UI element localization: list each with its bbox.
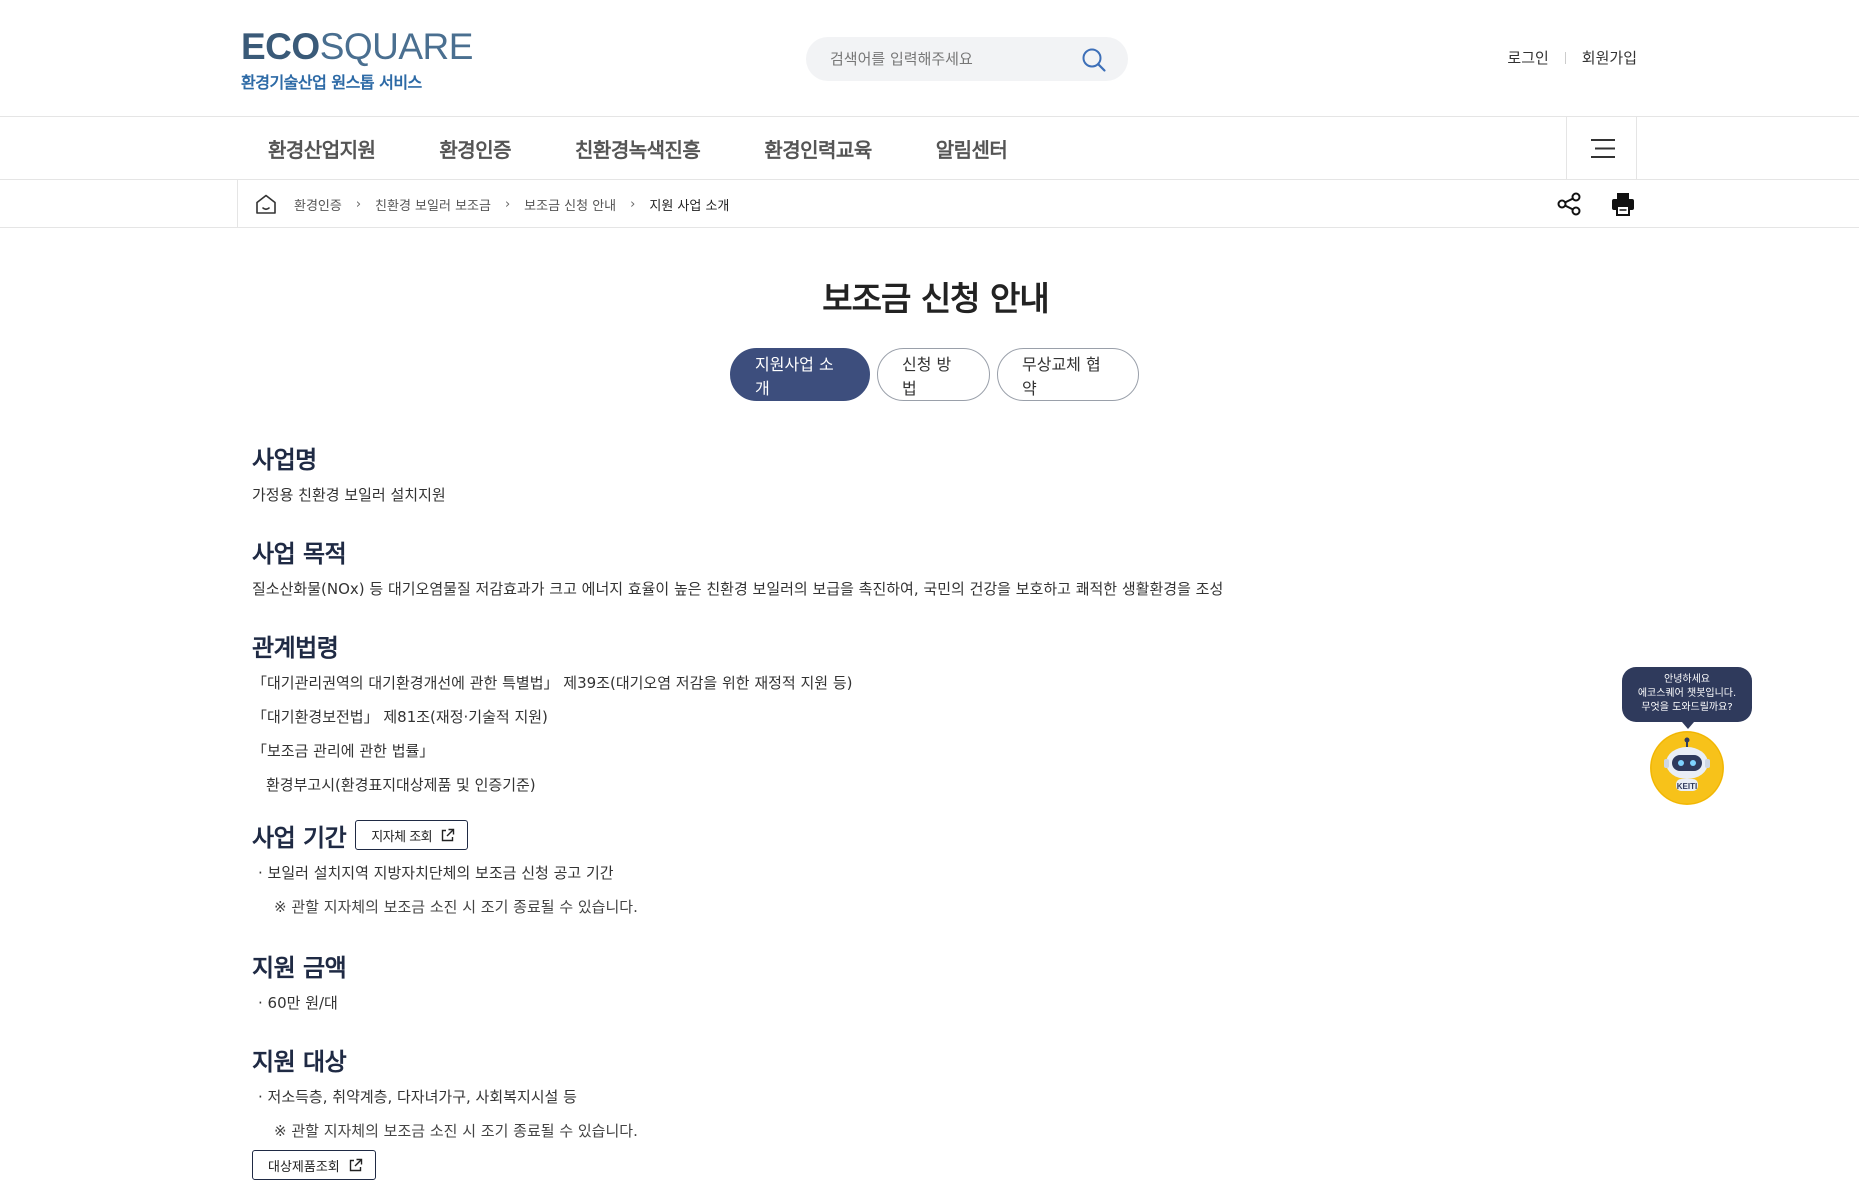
search-button[interactable]	[1080, 46, 1108, 74]
breadcrumb-item[interactable]: 환경인증	[294, 195, 342, 214]
hamburger-icon	[1591, 139, 1615, 158]
search-input[interactable]	[830, 48, 1070, 70]
external-link-icon	[349, 1158, 362, 1171]
law-item: 「대기관리권역의 대기환경개선에 관한 특별법」 제39조(대기오염 저감을 위…	[252, 674, 853, 692]
logo-tagline: 환경기술산업 원스톱 서비스	[241, 73, 422, 92]
section-related-laws: 관계법령 「대기관리권역의 대기환경개선에 관한 특별법」 제39조(대기오염 …	[252, 626, 1552, 802]
section-text: 질소산화물(NOx) 등 대기오염물질 저감효과가 크고 에너지 효율이 높은 …	[252, 580, 1224, 598]
gnb-item-education[interactable]: 환경인력교육	[764, 134, 872, 163]
bullet-text: · 60만 원/대	[258, 994, 338, 1012]
section-title: 사업 기간	[252, 823, 347, 852]
share-icon	[1557, 192, 1581, 216]
tab-application-method[interactable]: 신청 방법	[877, 348, 990, 401]
chatbot-greeting-line: 무엇을 도와드릴까요?	[1641, 702, 1733, 713]
law-item: 「대기환경보전법」 제81조(재정·기술적 지원)	[252, 708, 548, 726]
breadcrumb-current: 지원 사업 소개	[649, 198, 730, 214]
section-title: 관계법령	[252, 633, 339, 662]
section-program-purpose: 사업 목적 질소산화물(NOx) 등 대기오염물질 저감효과가 크고 에너지 효…	[252, 532, 1552, 606]
search-box	[806, 37, 1128, 81]
tab-program-intro[interactable]: 지원사업 소개	[730, 348, 870, 401]
breadcrumb-item[interactable]: 친환경 보일러 보조금	[375, 195, 491, 214]
section-support-amount: 지원 금액 · 60만 원/대	[252, 946, 1552, 1020]
gnb-list: 환경산업지원 환경인증 친환경녹색진흥 환경인력교육 알림센터	[268, 117, 1071, 180]
robot-icon	[1650, 731, 1724, 805]
chatbot-launcher[interactable]: KEITI	[1650, 731, 1724, 805]
site-logo[interactable]: ECOSQUARE 환경기술산업 원스톱 서비스	[241, 28, 473, 93]
section-title: 지원 금액	[252, 953, 347, 982]
chevron-right-icon: ›	[630, 196, 636, 212]
section-title: 사업 목적	[252, 539, 347, 568]
law-item: 「보조금 관리에 관한 법률」	[252, 742, 435, 760]
section-title: 지원 대상	[252, 1047, 347, 1076]
page-tools	[1529, 190, 1637, 218]
share-button[interactable]	[1555, 190, 1583, 218]
print-button[interactable]	[1609, 190, 1637, 218]
signup-link[interactable]: 회원가입	[1582, 47, 1637, 68]
breadcrumb-bar: 환경인증 › 친환경 보일러 보조금 › 보조금 신청 안내 › 지원 사업 소…	[0, 180, 1859, 228]
external-link-icon	[441, 828, 455, 841]
util-links: 로그인 회원가입	[1507, 47, 1637, 68]
section-program-name: 사업명 가정용 친환경 보일러 설치지원	[252, 438, 1552, 512]
program-content: 사업명 가정용 친환경 보일러 설치지원 사업 목적 질소산화물(NOx) 등 …	[252, 438, 1552, 1180]
search-icon	[1082, 48, 1106, 72]
home-icon	[256, 194, 276, 214]
gnb-item-notice-center[interactable]: 알림센터	[936, 134, 1008, 163]
section-support-target: 지원 대상 · 저소득층, 취약계층, 다자녀가구, 사회복지시설 등 ※ 관할…	[252, 1040, 1552, 1180]
chatbot-greeting-line: 안녕하세요	[1664, 674, 1710, 685]
print-icon	[1612, 193, 1634, 216]
section-text: 가정용 친환경 보일러 설치지원	[252, 486, 446, 504]
login-link[interactable]: 로그인	[1507, 47, 1548, 68]
gnb-item-green-promotion[interactable]: 친환경녹색진흥	[575, 134, 701, 163]
button-label: 지자체 조회	[371, 829, 433, 845]
target-product-lookup-button[interactable]: 대상제품조회	[252, 1150, 376, 1180]
chatbot-greeting-line: 에코스퀘어 챗봇입니다.	[1637, 688, 1737, 699]
section-title: 사업명	[252, 445, 317, 474]
page-title: 보조금 신청 안내	[822, 279, 1050, 318]
breadcrumb: 환경인증 › 친환경 보일러 보조금 › 보조금 신청 안내 › 지원 사업 소…	[237, 180, 729, 228]
util-divider	[1564, 51, 1566, 64]
gnb-item-industry-support[interactable]: 환경산업지원	[268, 134, 376, 163]
chatbot-greeting-bubble[interactable]: 안녕하세요 에코스퀘어 챗봇입니다. 무엇을 도와드릴까요?	[1622, 667, 1752, 729]
section-title-row: 사업 기간 지자체 조회	[252, 816, 1552, 854]
chatbot-badge: KEITI	[1676, 782, 1698, 791]
content-tabs: 지원사업 소개 신청 방법 무상교체 협약	[730, 348, 1146, 401]
bullet-text: · 보일러 설치지역 지방자치단체의 보조금 신청 공고 기간	[258, 864, 614, 882]
note-text: ※ 관할 지자체의 보조금 소진 시 조기 종료될 수 있습니다.	[274, 898, 638, 916]
section-program-period: 사업 기간 지자체 조회 · 보일러 설치지역 지방자치단체의 보조금 신청 공…	[252, 816, 1552, 924]
main-navigation: 환경산업지원 환경인증 친환경녹색진흥 환경인력교육 알림센터	[0, 117, 1859, 180]
breadcrumb-item[interactable]: 보조금 신청 안내	[524, 195, 616, 214]
chevron-right-icon: ›	[504, 196, 511, 212]
local-gov-lookup-button[interactable]: 지자체 조회	[355, 820, 469, 850]
note-text: ※ 관할 지자체의 보조금 소진 시 조기 종료될 수 있습니다.	[274, 1122, 638, 1140]
law-item: 환경부고시(환경표지대상제품 및 인증기준)	[266, 776, 536, 794]
button-label: 대상제품조회	[268, 1159, 340, 1175]
site-header: ECOSQUARE 환경기술산업 원스톱 서비스 로그인 회원가입	[0, 0, 1859, 117]
chevron-right-icon: ›	[355, 196, 362, 212]
gnb-item-certification[interactable]: 환경인증	[439, 134, 511, 163]
breadcrumb-home[interactable]	[254, 192, 278, 216]
tab-free-replacement[interactable]: 무상교체 협약	[997, 348, 1139, 401]
bullet-text: · 저소득층, 취약계층, 다자녀가구, 사회복지시설 등	[258, 1088, 577, 1106]
logo-wordmark: ECOSQUARE	[241, 26, 473, 67]
all-menu-button[interactable]	[1566, 117, 1637, 180]
